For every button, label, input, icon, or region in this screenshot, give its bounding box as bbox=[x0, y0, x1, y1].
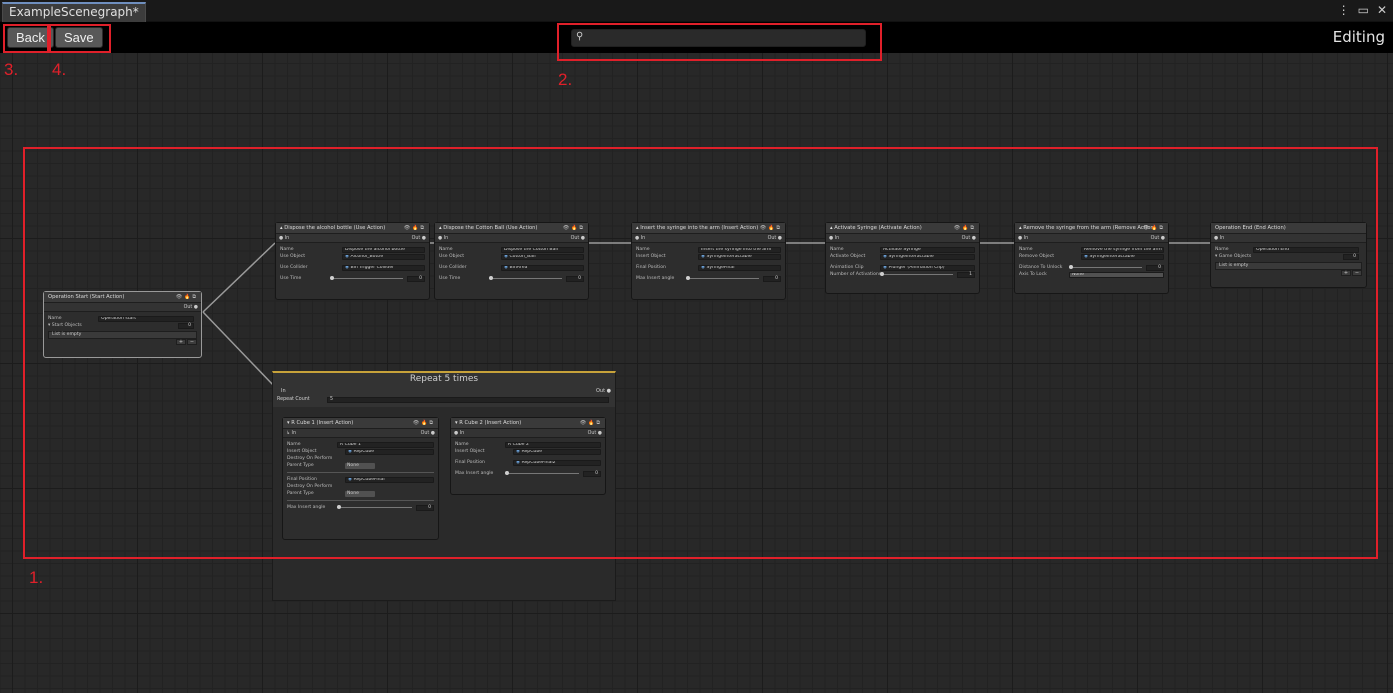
mode-label: Editing bbox=[1332, 28, 1385, 46]
annotation-box-back bbox=[3, 24, 49, 53]
annotation-box-search bbox=[557, 23, 882, 61]
close-icon[interactable]: ✕ bbox=[1377, 3, 1387, 17]
window-tab-bar: ExampleScenegraph* ⋮ ▭ ✕ bbox=[0, 0, 1393, 22]
annotation-box-graph bbox=[23, 147, 1378, 559]
annotation-box-save bbox=[49, 24, 111, 53]
tab-example-scenegraph[interactable]: ExampleScenegraph* bbox=[2, 2, 146, 22]
annotation-number-2: 2. bbox=[558, 70, 573, 89]
kebab-menu-icon[interactable]: ⋮ bbox=[1338, 3, 1350, 17]
annotation-number-3: 3. bbox=[4, 60, 19, 79]
window-controls: ⋮ ▭ ✕ bbox=[1338, 3, 1387, 17]
maximize-icon[interactable]: ▭ bbox=[1358, 3, 1369, 17]
annotation-number-1: 1. bbox=[29, 568, 44, 587]
annotation-number-4: 4. bbox=[52, 60, 67, 79]
